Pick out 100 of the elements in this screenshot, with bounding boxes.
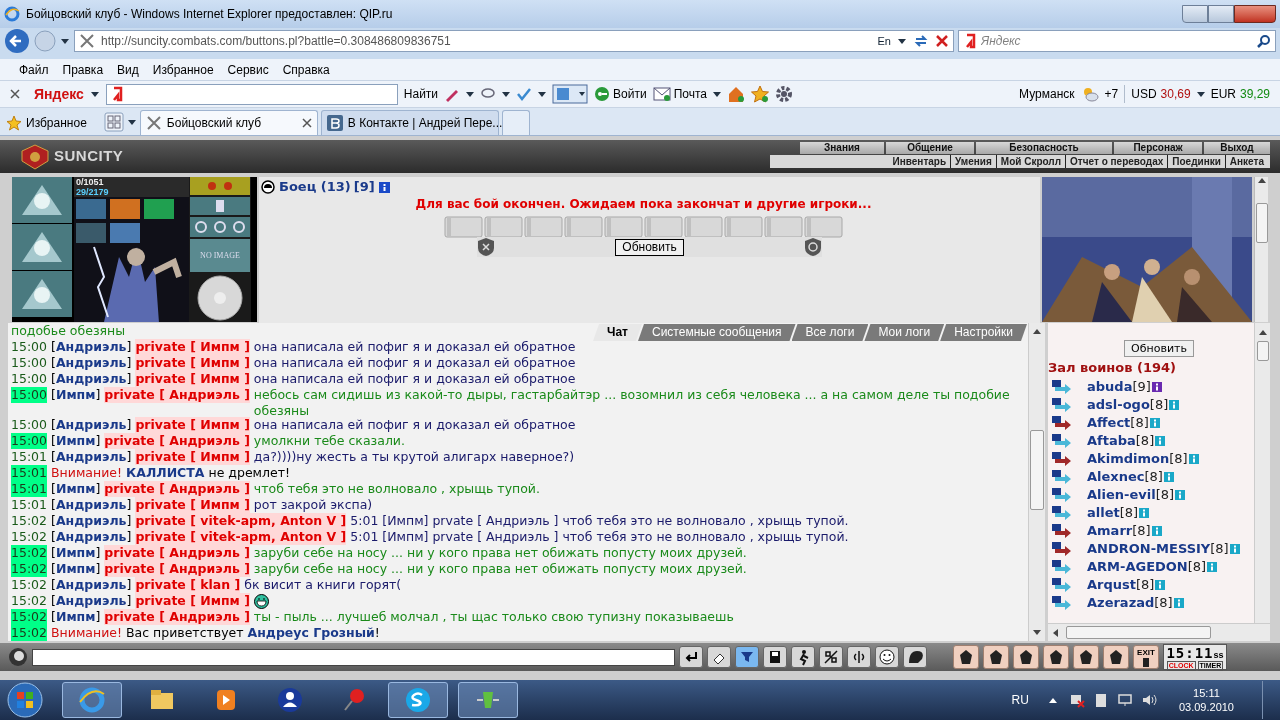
walking-figure-button[interactable] bbox=[791, 646, 815, 668]
private-recipient[interactable]: private [ Андриэль ] bbox=[104, 545, 250, 561]
refresh-button[interactable]: Обновить bbox=[1124, 340, 1194, 357]
sender-name[interactable]: [Андриэль] bbox=[51, 513, 132, 529]
sender-name[interactable]: [Андриэль] bbox=[51, 339, 132, 355]
private-message-icon[interactable] bbox=[1051, 577, 1073, 592]
enter-button[interactable] bbox=[679, 646, 703, 668]
floppy-disk-button[interactable] bbox=[763, 646, 787, 668]
chat-tab[interactable]: Мои логи bbox=[864, 324, 945, 341]
show-hidden-icons-icon[interactable] bbox=[1048, 697, 1057, 703]
search-input[interactable]: Яндекс bbox=[981, 32, 1253, 50]
scrollbar-thumb[interactable] bbox=[1256, 341, 1269, 361]
user-name[interactable]: Affect bbox=[1087, 412, 1131, 433]
network-icon[interactable] bbox=[1068, 692, 1085, 708]
sender-name[interactable]: [Импм] bbox=[51, 387, 101, 403]
private-recipient[interactable]: private [ klan ] bbox=[135, 577, 241, 593]
user-name[interactable]: abuda bbox=[1087, 376, 1133, 397]
nav-link[interactable]: Персонаж bbox=[1114, 142, 1202, 154]
sender-name[interactable]: [Андриэль] bbox=[51, 355, 132, 371]
menu-item[interactable]: Вид bbox=[110, 60, 146, 79]
private-message-icon[interactable] bbox=[1051, 415, 1073, 430]
refresh-icon[interactable] bbox=[913, 33, 929, 49]
private-recipient[interactable]: private [ Импм ] bbox=[135, 371, 250, 387]
dropdown-icon[interactable] bbox=[897, 37, 907, 45]
private-recipient[interactable]: private [ Андриэль ] bbox=[104, 387, 250, 403]
private-message-icon[interactable] bbox=[1051, 379, 1073, 394]
sender-name[interactable]: [Андриэль] bbox=[51, 593, 132, 609]
close-button[interactable] bbox=[1234, 5, 1276, 23]
checkmark-icon[interactable] bbox=[516, 86, 533, 102]
private-message-icon[interactable] bbox=[1051, 469, 1073, 484]
sender-name[interactable]: [Андриэль] bbox=[51, 417, 132, 433]
private-recipient[interactable]: private [ Импм ] bbox=[135, 417, 250, 433]
exit-button[interactable]: EXIT bbox=[1133, 645, 1159, 669]
smiley-button[interactable] bbox=[875, 646, 899, 668]
nav-link[interactable]: Умения bbox=[950, 155, 996, 168]
mail-button[interactable]: Почта bbox=[652, 85, 707, 103]
dropdown-icon[interactable] bbox=[1196, 91, 1205, 97]
stop-icon[interactable] bbox=[935, 34, 949, 48]
chat-tab[interactable]: Все логи bbox=[791, 324, 869, 341]
address-field[interactable]: http://suncity.combats.com/buttons.pl?battle=0.308486809836751 En bbox=[74, 30, 954, 52]
eraser-button[interactable] bbox=[707, 646, 731, 668]
scrollbar[interactable] bbox=[1254, 323, 1270, 623]
dropdown-icon[interactable] bbox=[60, 37, 70, 45]
language-indicator[interactable]: RU bbox=[1011, 691, 1029, 709]
scrollbar[interactable] bbox=[1048, 623, 1270, 641]
sender-name[interactable]: [Импм] bbox=[51, 609, 101, 625]
sound-button[interactable] bbox=[847, 646, 871, 668]
scroll-up-icon[interactable] bbox=[1258, 329, 1267, 335]
house-icon[interactable] bbox=[727, 85, 745, 103]
private-recipient[interactable]: private [ Импм ] bbox=[135, 497, 250, 513]
menu-item[interactable]: Справка bbox=[275, 60, 337, 79]
user-name[interactable]: Alien-evil bbox=[1087, 484, 1156, 505]
dropdown-icon[interactable] bbox=[713, 91, 721, 97]
nav-link[interactable]: Общение bbox=[886, 142, 974, 154]
nav-link[interactable]: Инвентарь bbox=[888, 155, 951, 168]
user-name[interactable]: Aftaba bbox=[1087, 430, 1136, 451]
filter-button[interactable] bbox=[735, 646, 759, 668]
user-name[interactable]: adsl-ogo bbox=[1087, 394, 1150, 415]
close-icon[interactable] bbox=[10, 89, 20, 99]
menu-item[interactable]: Избранное bbox=[145, 60, 221, 79]
scroll-down-icon[interactable] bbox=[1033, 630, 1041, 636]
sender-name[interactable]: [Андриэль] bbox=[51, 449, 132, 465]
private-message-icon[interactable] bbox=[1051, 451, 1073, 466]
dropdown-icon[interactable] bbox=[466, 91, 475, 97]
find-button[interactable]: Найти bbox=[403, 85, 439, 103]
system-clock[interactable]: 15:11 03.09.2010 bbox=[1178, 686, 1234, 714]
sender-name[interactable]: [Андриэль] bbox=[51, 577, 132, 593]
start-button-icon[interactable] bbox=[6, 681, 44, 719]
dropdown-icon[interactable] bbox=[89, 90, 100, 98]
login-button[interactable]: Войти bbox=[594, 85, 647, 103]
settings-icon[interactable] bbox=[775, 85, 793, 103]
private-recipient[interactable]: private [ Андриэль ] bbox=[104, 609, 250, 625]
taskbar-button[interactable] bbox=[388, 682, 448, 718]
chat-tab[interactable]: Настройки bbox=[940, 324, 1027, 341]
minimize-button[interactable] bbox=[1182, 5, 1208, 23]
user-name[interactable]: ARM-AGEDON bbox=[1087, 556, 1188, 577]
scrollbar-thumb[interactable] bbox=[1066, 626, 1211, 639]
sender-name[interactable]: [Импм] bbox=[51, 481, 101, 497]
chat-tab[interactable]: Чат bbox=[593, 324, 642, 341]
scroll-left-icon[interactable] bbox=[1052, 628, 1058, 637]
user-name[interactable]: Akimdimon bbox=[1087, 448, 1170, 469]
private-recipient[interactable]: private [ Импм ] bbox=[135, 355, 250, 371]
private-message-icon[interactable] bbox=[1051, 397, 1073, 412]
maximize-button[interactable] bbox=[1208, 5, 1234, 23]
private-message-icon[interactable] bbox=[1051, 523, 1073, 538]
nav-link[interactable]: Выход bbox=[1204, 142, 1270, 154]
private-message-icon[interactable] bbox=[1051, 487, 1073, 502]
private-recipient[interactable]: private [ Импм ] bbox=[135, 449, 250, 465]
user-name[interactable]: Alexnec bbox=[1087, 466, 1145, 487]
user-name[interactable]: Amarr bbox=[1087, 520, 1133, 541]
user-name[interactable]: Azerazad bbox=[1087, 592, 1155, 613]
scrollbar-thumb[interactable] bbox=[1030, 430, 1044, 510]
menu-item[interactable]: Файл bbox=[12, 60, 56, 79]
dropdown-icon[interactable] bbox=[502, 91, 511, 97]
nav-link[interactable]: Отчет о переводах bbox=[1065, 155, 1168, 168]
sender-name[interactable]: [Андриэль] bbox=[51, 529, 132, 545]
volume-icon[interactable] bbox=[1140, 692, 1157, 708]
sender-name[interactable]: [Импм] bbox=[51, 433, 101, 449]
private-recipient[interactable]: private [ Андриэль ] bbox=[104, 433, 250, 449]
sender-name[interactable]: [Импм] bbox=[51, 561, 101, 577]
